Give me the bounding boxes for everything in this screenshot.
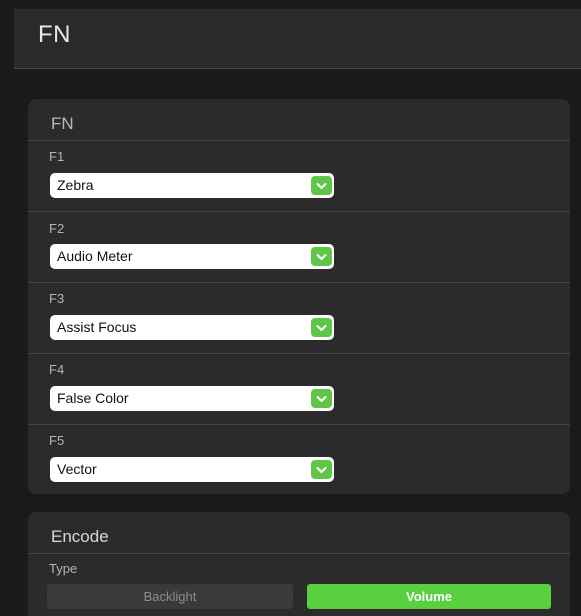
chevron-down-icon[interactable] — [311, 389, 332, 408]
f3-label: F3 — [49, 291, 65, 306]
page-header: FN — [14, 9, 581, 69]
chevron-down-icon[interactable] — [311, 460, 332, 479]
backlight-button[interactable]: Backlight — [47, 584, 293, 609]
f1-label: F1 — [49, 149, 65, 164]
encode-panel-title: Encode — [51, 527, 109, 546]
f4-select-value: False Color — [57, 390, 129, 406]
divider — [28, 424, 570, 425]
chevron-down-icon[interactable] — [311, 247, 332, 266]
f3-select[interactable]: Assist Focus — [50, 315, 334, 340]
divider — [28, 140, 570, 141]
type-label: Type — [49, 561, 78, 576]
divider — [28, 211, 570, 212]
f3-select-value: Assist Focus — [57, 319, 137, 335]
fn-panel: FN F1 Zebra F2 Audio Meter F3 Assist Foc… — [28, 99, 570, 494]
fn-panel-title: FN — [51, 114, 74, 133]
f1-select[interactable]: Zebra — [50, 173, 334, 198]
f2-label: F2 — [49, 221, 65, 236]
f5-select-value: Vector — [57, 461, 97, 477]
divider — [28, 282, 570, 283]
page-title: FN — [38, 21, 71, 48]
encode-panel: Encode Type Backlight Volume — [28, 512, 570, 616]
f4-label: F4 — [49, 362, 65, 377]
f5-label: F5 — [49, 433, 65, 448]
f5-select[interactable]: Vector — [50, 457, 334, 482]
chevron-down-icon[interactable] — [311, 176, 332, 195]
f2-select-value: Audio Meter — [57, 248, 133, 264]
f1-select-value: Zebra — [57, 177, 94, 193]
divider — [28, 353, 570, 354]
f2-select[interactable]: Audio Meter — [50, 244, 334, 269]
chevron-down-icon[interactable] — [311, 318, 332, 337]
f4-select[interactable]: False Color — [50, 386, 334, 411]
divider — [28, 553, 570, 554]
volume-button[interactable]: Volume — [307, 584, 551, 609]
